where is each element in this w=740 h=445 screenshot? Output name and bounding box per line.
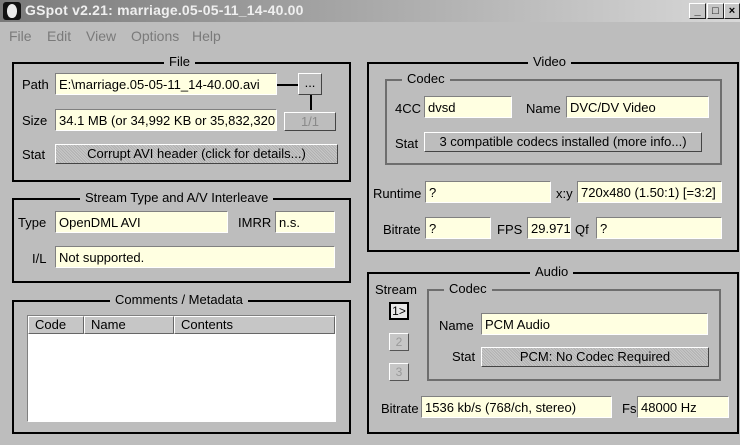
xy-label: x:y bbox=[556, 186, 573, 201]
runtime-label: Runtime bbox=[373, 186, 422, 201]
type-field: OpenDML AVI bbox=[55, 211, 228, 233]
column-header-code[interactable]: Code bbox=[28, 316, 84, 334]
video-codec-group bbox=[385, 79, 722, 165]
menu-options[interactable]: Options bbox=[131, 28, 179, 44]
audio-stat-label: Stat bbox=[452, 349, 476, 364]
audio-stat-button[interactable]: PCM: No Codec Required bbox=[481, 347, 709, 367]
browse-connector bbox=[310, 94, 312, 110]
audio-codec-group bbox=[427, 289, 721, 381]
maximize-button[interactable]: □ bbox=[707, 3, 724, 19]
video-group-title: Video bbox=[528, 54, 572, 69]
menu-view[interactable]: View bbox=[86, 28, 116, 44]
fs-label: Fs bbox=[622, 401, 637, 416]
audio-codec-title: Codec bbox=[444, 281, 492, 296]
video-stat-button[interactable]: 3 compatible codecs installed (more info… bbox=[424, 132, 702, 152]
audio-name-label: Name bbox=[439, 318, 474, 333]
menu-help[interactable]: Help bbox=[192, 28, 221, 44]
file-group-title: File bbox=[164, 54, 195, 69]
audio-name-field: PCM Audio bbox=[481, 313, 708, 335]
part-button[interactable]: 1/1 bbox=[284, 112, 336, 131]
video-codec-title: Codec bbox=[402, 71, 450, 86]
video-stat-label: Stat bbox=[395, 136, 419, 151]
stat-button[interactable]: Corrupt AVI header (click for details...… bbox=[55, 144, 338, 164]
audio-stream-3-button[interactable]: 3 bbox=[389, 363, 409, 381]
stream-group-title: Stream Type and A/V Interleave bbox=[80, 190, 274, 205]
video-name-field: DVC/DV Video bbox=[566, 96, 709, 118]
comments-group-title: Comments / Metadata bbox=[110, 292, 248, 307]
audio-group-title: Audio bbox=[530, 264, 574, 279]
browse-button[interactable]: ... bbox=[298, 73, 322, 95]
audio-bitrate-label: Bitrate bbox=[381, 401, 419, 416]
video-bitrate-field: ? bbox=[425, 217, 491, 239]
type-label: Type bbox=[18, 215, 47, 230]
qf-field: ? bbox=[596, 217, 722, 239]
fps-label: FPS bbox=[497, 222, 523, 237]
menu-edit[interactable]: Edit bbox=[47, 28, 71, 44]
xy-field: 720x480 (1.50:1) [=3:2] bbox=[577, 181, 722, 203]
column-header-contents[interactable]: Contents bbox=[174, 316, 335, 334]
video-bitrate-label: Bitrate bbox=[383, 222, 421, 237]
menu-file[interactable]: File bbox=[9, 28, 32, 44]
stream-label: Stream bbox=[375, 282, 417, 297]
minimize-button[interactable]: _ bbox=[689, 3, 706, 19]
qf-label: Qf bbox=[575, 222, 589, 237]
size-field: 34.1 MB (or 34,992 KB or 35,832,320 bbox=[55, 109, 277, 131]
audio-stream-1-button[interactable]: 1> bbox=[389, 302, 409, 320]
app-icon bbox=[3, 2, 21, 20]
runtime-field: ? bbox=[425, 181, 551, 203]
imrr-field: n.s. bbox=[275, 211, 335, 233]
video-name-label: Name bbox=[526, 101, 561, 116]
il-label: I/L bbox=[32, 251, 47, 266]
fourcc-field: dvsd bbox=[424, 96, 512, 118]
size-label: Size bbox=[22, 113, 48, 128]
fps-field: 29.971 bbox=[527, 217, 571, 239]
path-connector bbox=[277, 84, 299, 86]
il-field: Not supported. bbox=[55, 246, 335, 268]
imrr-label: IMRR bbox=[238, 215, 272, 230]
metadata-list[interactable]: Code Name Contents bbox=[27, 315, 336, 422]
column-header-name[interactable]: Name bbox=[84, 316, 174, 334]
fs-field: 48000 Hz bbox=[637, 396, 729, 418]
path-field[interactable]: E:\marriage.05-05-11_14-40.00.avi bbox=[55, 73, 277, 95]
stat-label: Stat bbox=[22, 147, 46, 162]
audio-stream-2-button[interactable]: 2 bbox=[389, 333, 409, 351]
audio-bitrate-field: 1536 kb/s (768/ch, stereo) bbox=[421, 396, 612, 418]
close-button[interactable]: × bbox=[724, 3, 740, 19]
fourcc-label: 4CC bbox=[395, 101, 422, 116]
path-label: Path bbox=[22, 77, 49, 92]
window-title: GSpot v2.21: marriage.05-05-11_14-40.00 bbox=[25, 2, 304, 18]
